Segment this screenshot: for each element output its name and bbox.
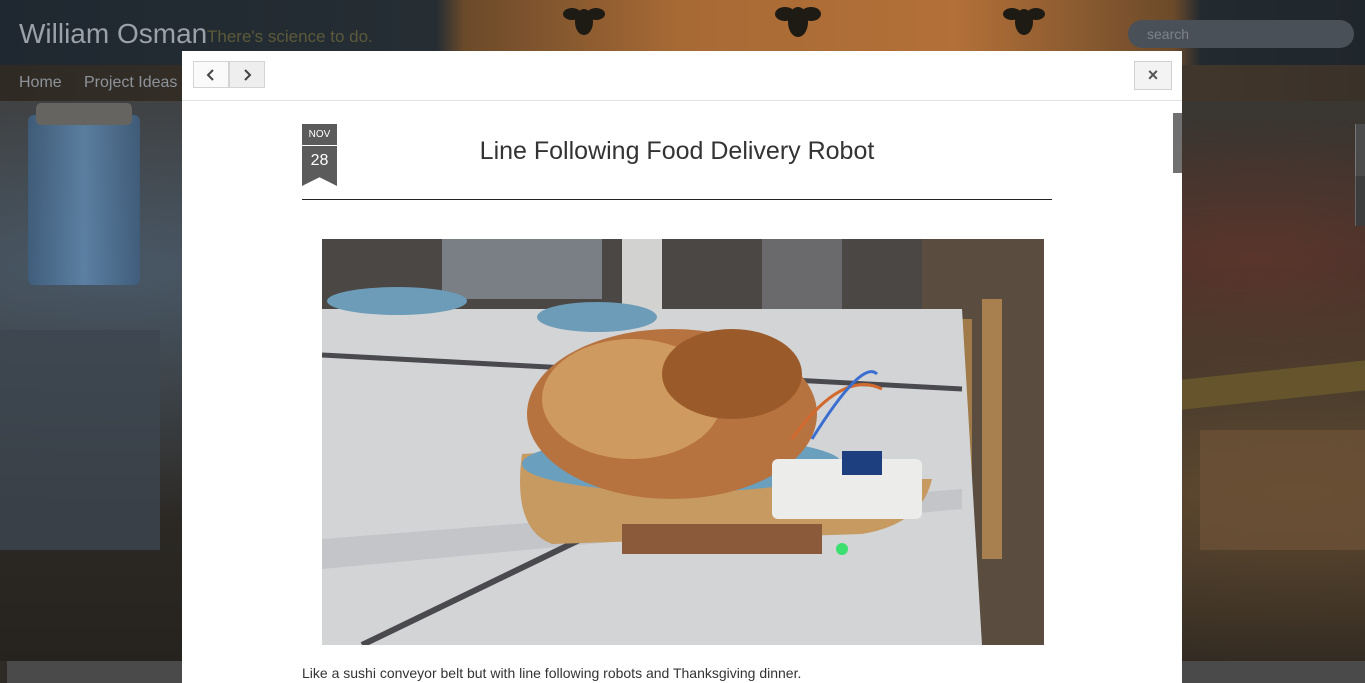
nav-item-home[interactable]: Home	[19, 74, 62, 92]
background-wood-shape	[1200, 430, 1365, 550]
robot-chicken-photo	[322, 239, 1044, 645]
bee-decoration-icon	[1003, 8, 1045, 35]
post-date-month: NOV	[302, 124, 337, 145]
bee-decoration-icon	[775, 7, 821, 37]
post-title: Line Following Food Delivery Robot	[479, 137, 875, 165]
background-box-shape	[0, 330, 160, 550]
close-button[interactable]: ×	[1134, 61, 1172, 90]
previous-post-button[interactable]	[193, 61, 229, 88]
close-icon: ×	[1147, 65, 1159, 85]
chevron-left-icon	[206, 68, 214, 81]
post-image	[322, 239, 1044, 645]
title-divider	[302, 199, 1052, 200]
nav-item-project-ideas[interactable]: Project Ideas	[84, 74, 177, 92]
search-input[interactable]	[1128, 20, 1354, 48]
modal-header: ×	[182, 51, 1182, 101]
site-tagline: There's science to do.	[207, 27, 373, 46]
modal-scrollbar-thumb[interactable]	[1173, 113, 1182, 173]
bee-decoration-icon	[563, 8, 605, 35]
background-can-shape	[28, 103, 140, 285]
next-post-button[interactable]	[229, 61, 265, 88]
post-date-day: 28	[302, 146, 337, 186]
chevron-right-icon	[244, 68, 252, 81]
post-date-badge: NOV 28	[302, 124, 337, 186]
page-scrollbar-segment[interactable]	[1355, 124, 1365, 176]
site-title-link[interactable]: William Osman	[19, 18, 207, 50]
post-excerpt: Like a sushi conveyor belt but with line…	[302, 665, 802, 681]
post-modal: × NOV 28 Line Following Food Delivery Ro…	[182, 51, 1182, 683]
page-scrollbar-segment[interactable]	[1355, 176, 1365, 226]
